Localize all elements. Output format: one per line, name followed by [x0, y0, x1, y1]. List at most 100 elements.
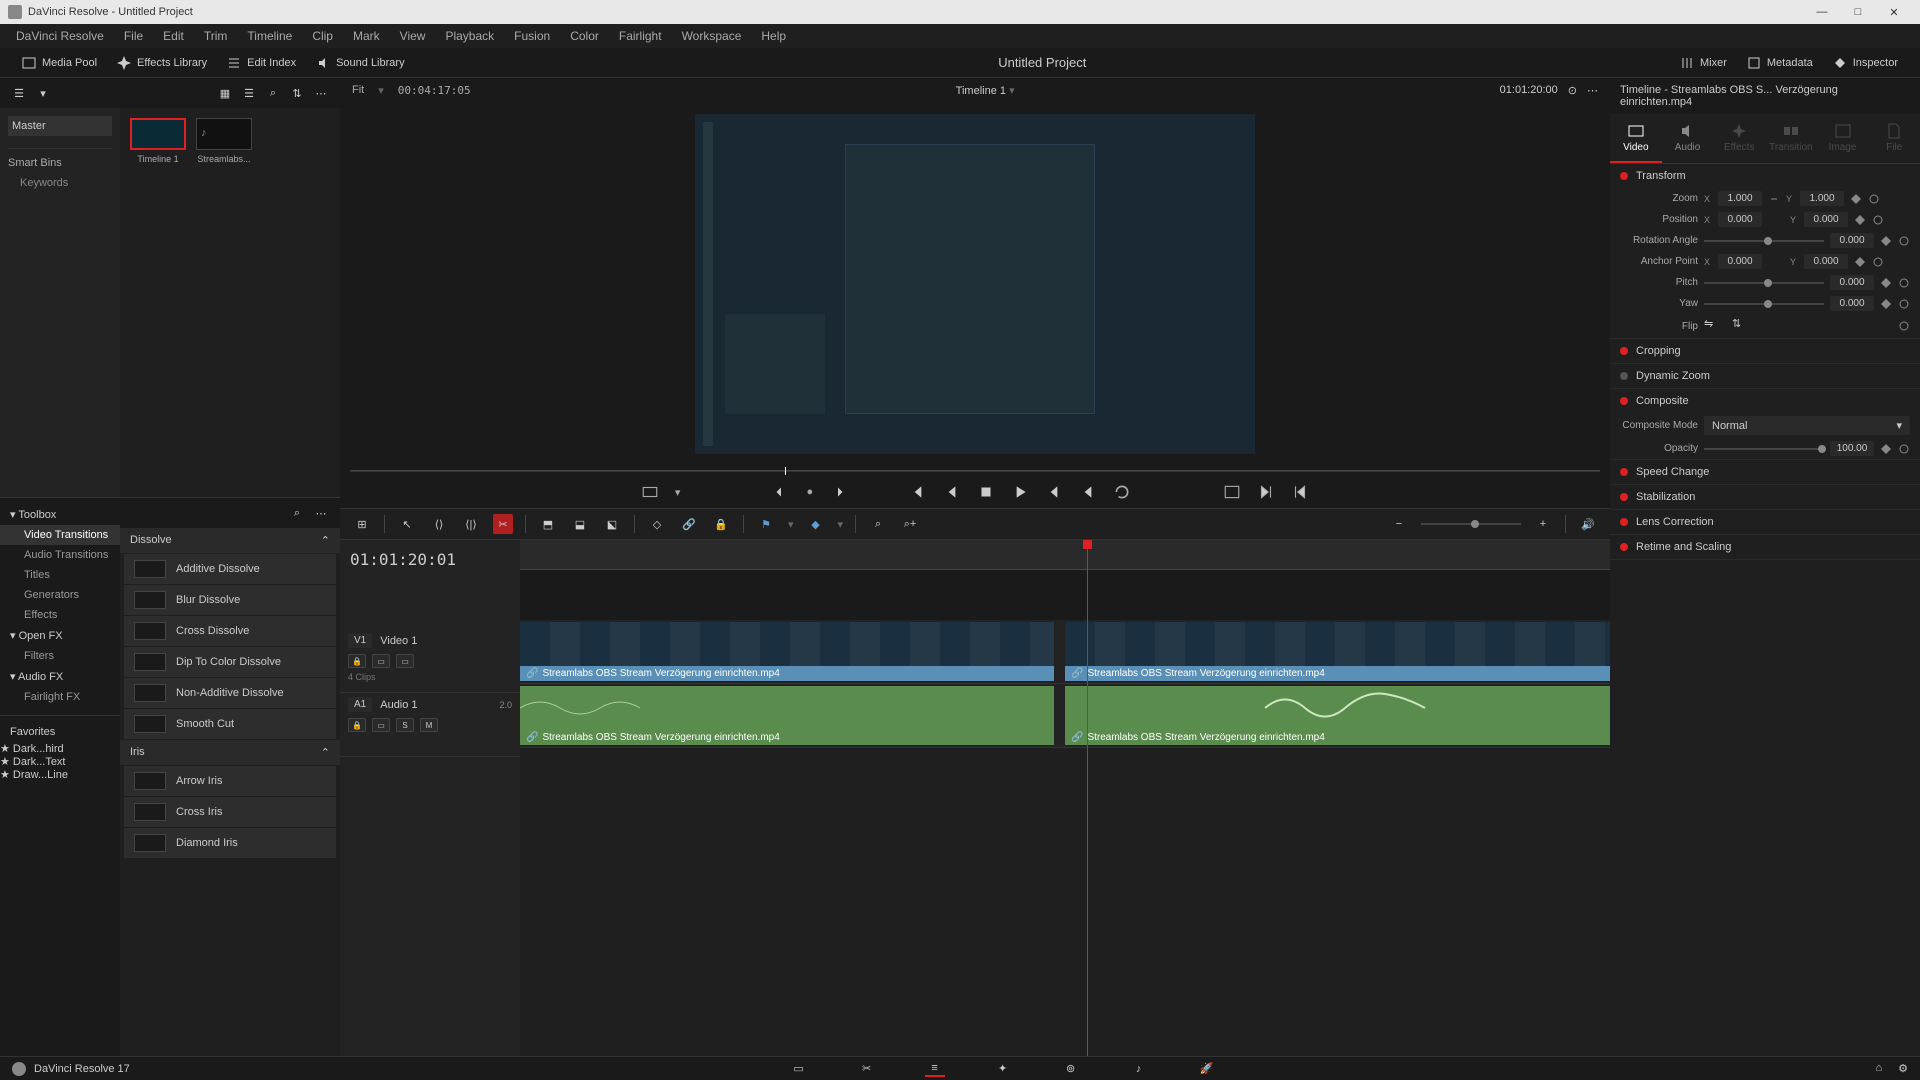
fx-arrow-iris[interactable]: Arrow Iris	[124, 766, 336, 796]
fusion-page-icon[interactable]: ✦	[993, 1061, 1013, 1077]
fx-audio-transitions[interactable]: Audio Transitions	[0, 545, 120, 565]
rotation-slider[interactable]	[1704, 240, 1824, 242]
keywords-bin[interactable]: Keywords	[8, 177, 112, 189]
fit-menu[interactable]: Fit	[352, 84, 364, 96]
metadata-toggle[interactable]: Metadata	[1737, 52, 1823, 74]
fx-group-iris[interactable]: Iris⌃	[120, 740, 340, 765]
trim-tool-icon[interactable]: ⟨⟩	[429, 514, 449, 534]
v1-lock-icon[interactable]: 🔒	[348, 654, 366, 668]
anchor-y-input[interactable]: 0.000	[1804, 254, 1848, 269]
list-view-icon[interactable]: ☰	[240, 84, 258, 102]
inspector-tab-video[interactable]: Video	[1610, 114, 1662, 163]
reset-icon[interactable]	[1898, 320, 1910, 332]
blade-tool-icon[interactable]: ✂	[493, 514, 513, 534]
keyframe-icon[interactable]	[1880, 443, 1892, 455]
a1-auto-select-icon[interactable]: ▭	[372, 718, 390, 732]
keyframe-icon[interactable]	[1850, 193, 1862, 205]
inspector-toggle[interactable]: Inspector	[1823, 52, 1908, 74]
fx-titles[interactable]: Titles	[0, 565, 120, 585]
playhead[interactable]	[1087, 540, 1088, 1056]
yaw-input[interactable]: 0.000	[1830, 296, 1874, 311]
menu-playback[interactable]: Playback	[437, 27, 502, 45]
master-bin[interactable]: Master	[8, 116, 112, 136]
menu-clip[interactable]: Clip	[304, 27, 341, 45]
edit-index-toggle[interactable]: Edit Index	[217, 52, 306, 74]
inspector-tab-effects[interactable]: Effects	[1713, 114, 1765, 163]
menu-mark[interactable]: Mark	[345, 27, 388, 45]
lens-correction-header[interactable]: Lens Correction	[1610, 510, 1920, 534]
opacity-input[interactable]: 100.00	[1830, 441, 1874, 456]
fx-group-dissolve[interactable]: Dissolve⌃	[120, 528, 340, 553]
prev-frame-icon[interactable]	[943, 483, 961, 501]
zoom-slider[interactable]	[1421, 523, 1521, 525]
keyframe-icon[interactable]	[1880, 277, 1892, 289]
inspector-tab-transition[interactable]: Transition	[1765, 114, 1817, 163]
menu-file[interactable]: File	[116, 27, 151, 45]
fx-filters[interactable]: Filters	[0, 646, 120, 666]
options-icon[interactable]: ⋯	[312, 84, 330, 102]
v1-badge[interactable]: V1	[348, 633, 372, 648]
inspector-tab-audio[interactable]: Audio	[1662, 114, 1714, 163]
fx-blur-dissolve[interactable]: Blur Dissolve	[124, 585, 336, 615]
home-icon[interactable]: ⌂	[1875, 1062, 1882, 1075]
fav-item-1[interactable]: ★ Dark...hird	[0, 742, 120, 755]
color-page-icon[interactable]: ⊚	[1061, 1061, 1081, 1077]
inspector-tab-file[interactable]: File	[1868, 114, 1920, 163]
dynamic-zoom-header[interactable]: Dynamic Zoom	[1610, 364, 1920, 388]
pos-y-input[interactable]: 0.000	[1804, 212, 1848, 227]
chevron-down-icon[interactable]: ▾	[675, 486, 681, 499]
fx-additive-dissolve[interactable]: Additive Dissolve	[124, 554, 336, 584]
dynamic-trim-icon[interactable]: ⟨|⟩	[461, 514, 481, 534]
anchor-x-input[interactable]: 0.000	[1718, 254, 1762, 269]
record-timecode[interactable]: 01:01:20:00	[1500, 84, 1558, 96]
menu-trim[interactable]: Trim	[196, 27, 236, 45]
menu-fusion[interactable]: Fusion	[506, 27, 558, 45]
last-frame-icon[interactable]	[1079, 483, 1097, 501]
go-end-icon[interactable]	[1257, 483, 1275, 501]
fx-cross-dissolve[interactable]: Cross Dissolve	[124, 616, 336, 646]
keyframe-icon[interactable]	[1880, 298, 1892, 310]
menu-workspace[interactable]: Workspace	[674, 27, 750, 45]
opacity-slider[interactable]	[1704, 448, 1824, 450]
menu-view[interactable]: View	[392, 27, 434, 45]
fav-item-2[interactable]: ★ Dark...Text	[0, 755, 120, 768]
lock-icon[interactable]: 🔒	[711, 514, 731, 534]
prev-icon[interactable]	[772, 483, 790, 501]
chevron-down-icon[interactable]: ▾	[34, 84, 52, 102]
edit-page-icon[interactable]: ≡	[925, 1061, 945, 1077]
fav-item-3[interactable]: ★ Draw...Line	[0, 768, 120, 781]
flip-v-button[interactable]: ⇅	[1732, 317, 1754, 335]
viewer-mode-icon[interactable]: ⊙	[1568, 84, 1577, 97]
reset-icon[interactable]	[1868, 193, 1880, 205]
deliver-page-icon[interactable]: 🚀	[1197, 1061, 1217, 1077]
media-pool-toggle[interactable]: Media Pool	[12, 52, 107, 74]
snapping-icon[interactable]: ◇	[647, 514, 667, 534]
retime-scaling-header[interactable]: Retime and Scaling	[1610, 535, 1920, 559]
sound-library-toggle[interactable]: Sound Library	[306, 52, 415, 74]
effects-library-toggle[interactable]: Effects Library	[107, 52, 217, 74]
fx-non-additive[interactable]: Non-Additive Dissolve	[124, 678, 336, 708]
menu-help[interactable]: Help	[753, 27, 794, 45]
audio-clip-2[interactable]: 🔗Streamlabs OBS Stream Verzögerung einri…	[1065, 686, 1610, 745]
reset-icon[interactable]	[1898, 235, 1910, 247]
v1-auto-select-icon[interactable]: ▭	[372, 654, 390, 668]
fx-toolbox[interactable]: ▾ Toolbox	[0, 504, 120, 525]
search-icon[interactable]: ⌕	[264, 84, 282, 102]
pos-x-input[interactable]: 0.000	[1718, 212, 1762, 227]
clip-thumb-audio[interactable]: ♪ Streamlabs...	[196, 118, 252, 164]
zoom-to-fit-icon[interactable]: ⌕	[868, 514, 888, 534]
a1-mute-button[interactable]: M	[420, 718, 438, 732]
a1-badge[interactable]: A1	[348, 697, 372, 712]
inspector-tab-image[interactable]: Image	[1817, 114, 1869, 163]
viewer-canvas[interactable]	[340, 102, 1610, 466]
reset-icon[interactable]	[1898, 298, 1910, 310]
fx-search-icon[interactable]: ⌕	[288, 504, 306, 522]
video-clip-2[interactable]: 🔗Streamlabs OBS Stream Verzögerung einri…	[1065, 622, 1610, 681]
next-frame-icon[interactable]	[1045, 483, 1063, 501]
fx-smooth-cut[interactable]: Smooth Cut	[124, 709, 336, 739]
audio-clip-1[interactable]: 🔗Streamlabs OBS Stream Verzögerung einri…	[520, 686, 1054, 745]
match-frame-icon[interactable]	[641, 483, 659, 501]
fx-cross-iris[interactable]: Cross Iris	[124, 797, 336, 827]
replace-icon[interactable]: ⬕	[602, 514, 622, 534]
detail-zoom-icon[interactable]: ⌕+	[900, 514, 920, 534]
